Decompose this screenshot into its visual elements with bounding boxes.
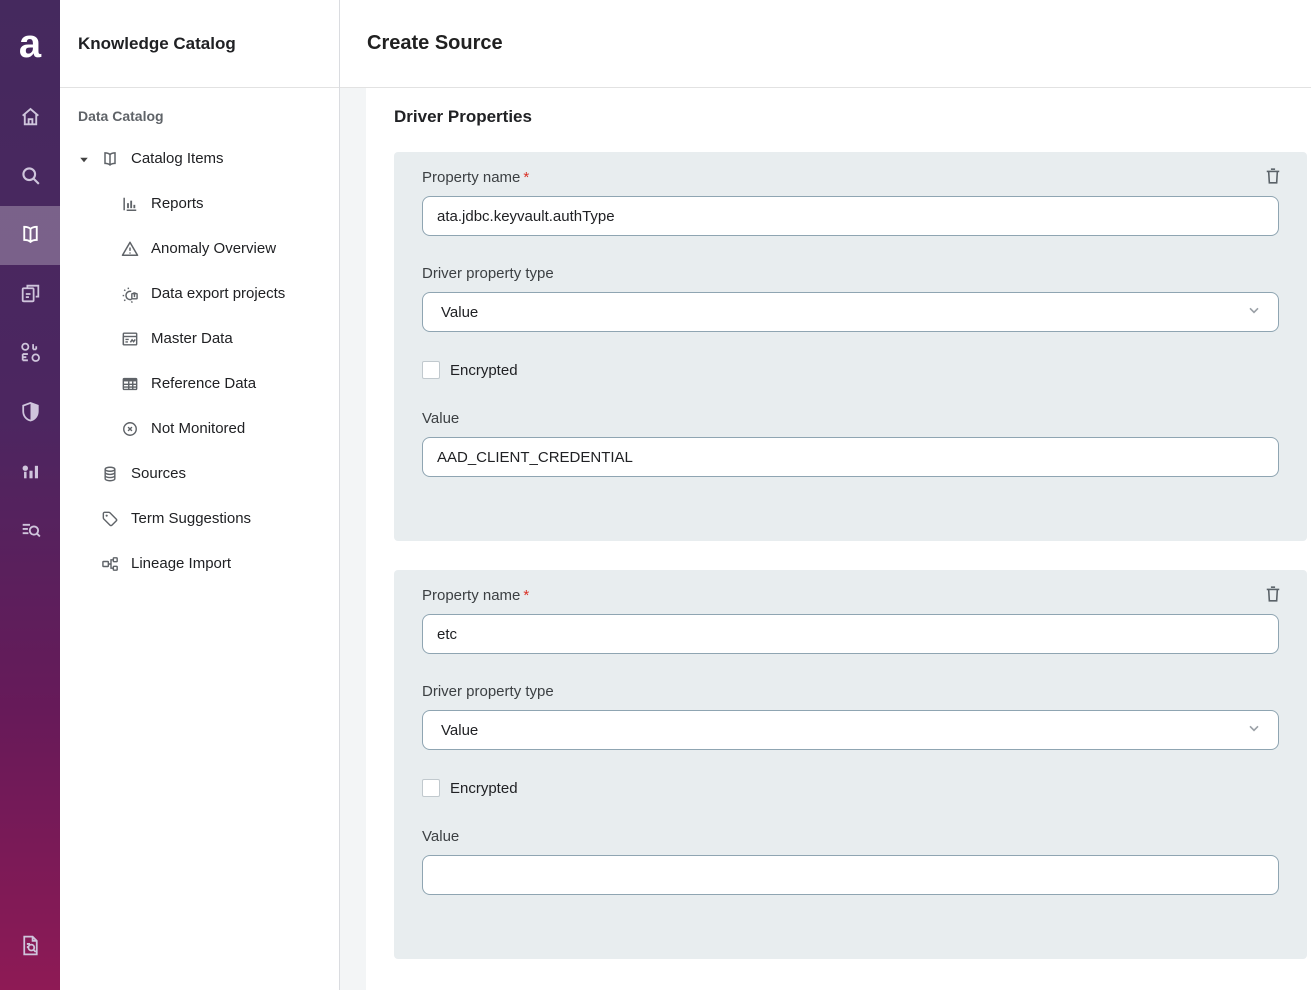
sidebar-section-label: Data Catalog: [60, 88, 339, 128]
trash-icon: [1263, 166, 1283, 186]
required-marker: *: [523, 587, 529, 604]
circle-x-icon: [120, 419, 140, 439]
lineage-icon: [100, 554, 120, 574]
tree-item-sources[interactable]: Sources: [60, 451, 339, 496]
tree-item-label: Master Data: [151, 330, 233, 347]
property-name-label: Property name*: [422, 587, 1279, 604]
driver-property-card: Property name* Driver property type Valu…: [394, 570, 1307, 959]
chevron-down-icon: [1246, 302, 1262, 322]
encrypted-label: Encrypted: [450, 362, 518, 379]
app-rail: a: [0, 0, 60, 990]
driver-property-type-select[interactable]: Value: [422, 292, 1279, 332]
rail-home-button[interactable]: [0, 88, 60, 147]
encrypted-checkbox[interactable]: [422, 779, 440, 797]
insights-chart-icon: [18, 458, 43, 486]
tree-item-master-data[interactable]: Master Data: [60, 316, 339, 361]
brand-logo-letter: a: [19, 24, 41, 64]
value-input[interactable]: [422, 437, 1279, 477]
tree-item-label: Anomaly Overview: [151, 240, 276, 257]
document-search-icon: [18, 933, 43, 961]
rail-stewardship-button[interactable]: [0, 324, 60, 383]
selected-option-label: Value: [441, 722, 478, 739]
rail-insights-button[interactable]: [0, 442, 60, 501]
rail-catalog-button[interactable]: [0, 206, 60, 265]
tree-item-not-monitored[interactable]: Not Monitored: [60, 406, 339, 451]
encrypted-checkbox[interactable]: [422, 361, 440, 379]
main-panel: Create Source Driver Properties Property…: [340, 0, 1311, 990]
table-chart-icon: [120, 329, 140, 349]
driver-property-type-select[interactable]: Value: [422, 710, 1279, 750]
table-grid-icon: [120, 374, 140, 394]
open-book-icon: [18, 222, 43, 250]
required-marker: *: [523, 169, 529, 186]
driver-property-type-label: Driver property type: [422, 265, 1279, 282]
rail-doc-search-button[interactable]: [0, 917, 60, 976]
open-book-icon: [100, 149, 120, 169]
database-icon: [100, 464, 120, 484]
delete-property-button[interactable]: [1259, 580, 1287, 608]
value-label: Value: [422, 410, 1279, 427]
catalog-tree: Catalog Items Reports Anomaly Overview D…: [60, 128, 339, 586]
tree-item-lineage-import[interactable]: Lineage Import: [60, 541, 339, 586]
rail-documents-button[interactable]: [0, 265, 60, 324]
gear-export-icon: [120, 284, 140, 304]
rail-query-button[interactable]: [0, 501, 60, 560]
tree-item-anomaly-overview[interactable]: Anomaly Overview: [60, 226, 339, 271]
chevron-down-icon[interactable]: [78, 153, 90, 165]
tree-item-label: Catalog Items: [131, 150, 224, 167]
tree-item-label: Term Suggestions: [131, 510, 251, 527]
property-name-label: Property name*: [422, 169, 1279, 186]
rail-spacer: [0, 560, 60, 917]
tree-item-label: Reference Data: [151, 375, 256, 392]
tree-item-reference-data[interactable]: Reference Data: [60, 361, 339, 406]
chevron-down-icon: [1246, 720, 1262, 740]
warning-triangle-icon: [120, 239, 140, 259]
selected-option-label: Value: [441, 304, 478, 321]
app-root: a Knowledge Catalog: [0, 0, 1311, 990]
tree-item-term-suggestions[interactable]: Term Suggestions: [60, 496, 339, 541]
driver-property-type-label: Driver property type: [422, 683, 1279, 700]
shield-icon: [18, 399, 43, 427]
bar-chart-icon: [120, 194, 140, 214]
tree-item-catalog-items[interactable]: Catalog Items: [60, 136, 339, 181]
rail-search-button[interactable]: [0, 147, 60, 206]
tree-item-label: Sources: [131, 465, 186, 482]
sidebar-title: Knowledge Catalog: [60, 0, 339, 88]
trash-icon: [1263, 584, 1283, 604]
home-icon: [18, 104, 43, 132]
delete-property-button[interactable]: [1259, 162, 1287, 190]
driver-property-card: Property name* Driver property type Valu…: [394, 152, 1307, 541]
search-icon: [18, 163, 43, 191]
tree-item-label: Lineage Import: [131, 555, 231, 572]
tree-item-label: Reports: [151, 195, 204, 212]
section-title: Driver Properties: [394, 107, 1311, 127]
driver-properties-section: Driver Properties Property name* Driver …: [366, 88, 1311, 990]
tree-item-data-export-projects[interactable]: Data export projects: [60, 271, 339, 316]
tree-item-reports[interactable]: Reports: [60, 181, 339, 226]
brand-logo[interactable]: a: [0, 0, 60, 88]
page-title: Create Source: [340, 0, 1311, 88]
tree-item-label: Data export projects: [151, 285, 285, 302]
tag-icon: [100, 509, 120, 529]
content-gutter: [340, 88, 366, 990]
property-name-input[interactable]: [422, 196, 1279, 236]
query-search-icon: [18, 517, 43, 545]
value-label: Value: [422, 828, 1279, 845]
rail-governance-button[interactable]: [0, 383, 60, 442]
encrypted-label: Encrypted: [450, 780, 518, 797]
property-name-input[interactable]: [422, 614, 1279, 654]
stewardship-apps-icon: [18, 340, 43, 368]
tree-item-label: Not Monitored: [151, 420, 245, 437]
sidebar: Knowledge Catalog Data Catalog Catalog I…: [60, 0, 340, 990]
documents-icon: [18, 281, 43, 309]
value-input[interactable]: [422, 855, 1279, 895]
